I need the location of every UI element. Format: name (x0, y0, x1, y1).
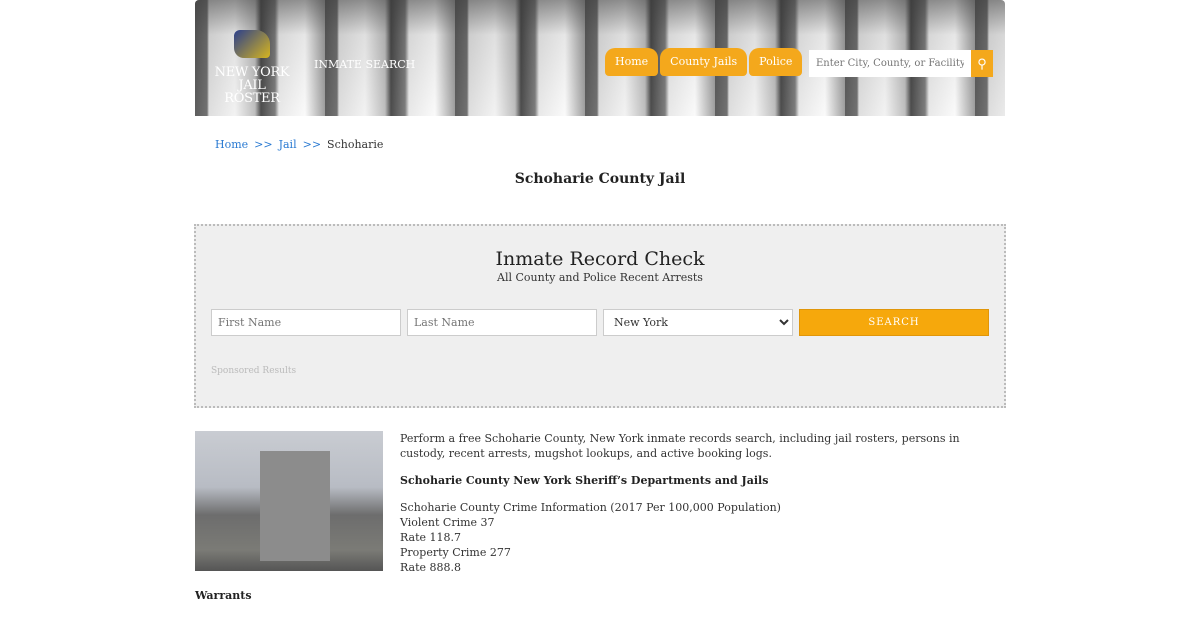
header-search: ⚲ (809, 50, 993, 77)
main-content: Perform a free Schoharie County, New Yor… (400, 431, 1000, 575)
breadcrumb-separator: >> (302, 138, 322, 151)
site-logo[interactable]: NEW YORK JAIL ROSTER (209, 30, 295, 105)
nav-police[interactable]: Police (749, 48, 803, 76)
inmate-search-link[interactable]: INMATE SEARCH (314, 58, 415, 71)
property-rate: Rate 888.8 (400, 561, 462, 574)
warrants-heading: Warrants (195, 589, 252, 602)
logo-line2: JAIL ROSTER (224, 78, 280, 106)
breadcrumb-home[interactable]: Home (215, 138, 248, 151)
search-icon: ⚲ (977, 55, 987, 71)
site-header: NEW YORK JAIL ROSTER INMATE SEARCH Home … (195, 0, 1005, 116)
search-button[interactable]: SEARCH (799, 309, 989, 336)
page-title: Schoharie County Jail (514, 171, 686, 187)
property-crime: Property Crime 277 (400, 546, 511, 559)
breadcrumb: Home >> Jail >> Schoharie (215, 138, 383, 151)
nav-county-jails[interactable]: County Jails (660, 48, 748, 76)
crime-info: Schoharie County Crime Information (2017… (400, 500, 1000, 575)
breadcrumb-separator: >> (254, 138, 273, 151)
search-icon-button[interactable]: ⚲ (971, 50, 993, 77)
last-name-input[interactable] (407, 309, 597, 336)
state-select[interactable]: New York (603, 309, 793, 336)
sponsored-results: Sponsored Results (211, 366, 297, 376)
main-nav: Home County Jails Police (605, 48, 803, 76)
facility-search-input[interactable] (809, 50, 971, 77)
first-name-input[interactable] (211, 309, 401, 336)
nav-home[interactable]: Home (605, 48, 659, 76)
breadcrumb-current: Schoharie (327, 138, 384, 151)
breadcrumb-jail[interactable]: Jail (279, 138, 297, 151)
crime-info-title: Schoharie County Crime Information (2017… (400, 501, 781, 514)
new-york-emblem-icon (234, 30, 270, 58)
record-check-subtitle: All County and Police Recent Arrests (497, 271, 703, 284)
violent-rate: Rate 118.7 (400, 531, 462, 544)
violent-crime: Violent Crime 37 (400, 516, 495, 529)
record-check-title: Inmate Record Check (495, 248, 705, 270)
inmate-record-check: Inmate Record Check All County and Polic… (194, 224, 1006, 408)
courthouse-photo (195, 431, 383, 571)
intro-text: Perform a free Schoharie County, New Yor… (400, 432, 960, 460)
section-heading: Schoharie County New York Sheriff’s Depa… (400, 474, 769, 487)
